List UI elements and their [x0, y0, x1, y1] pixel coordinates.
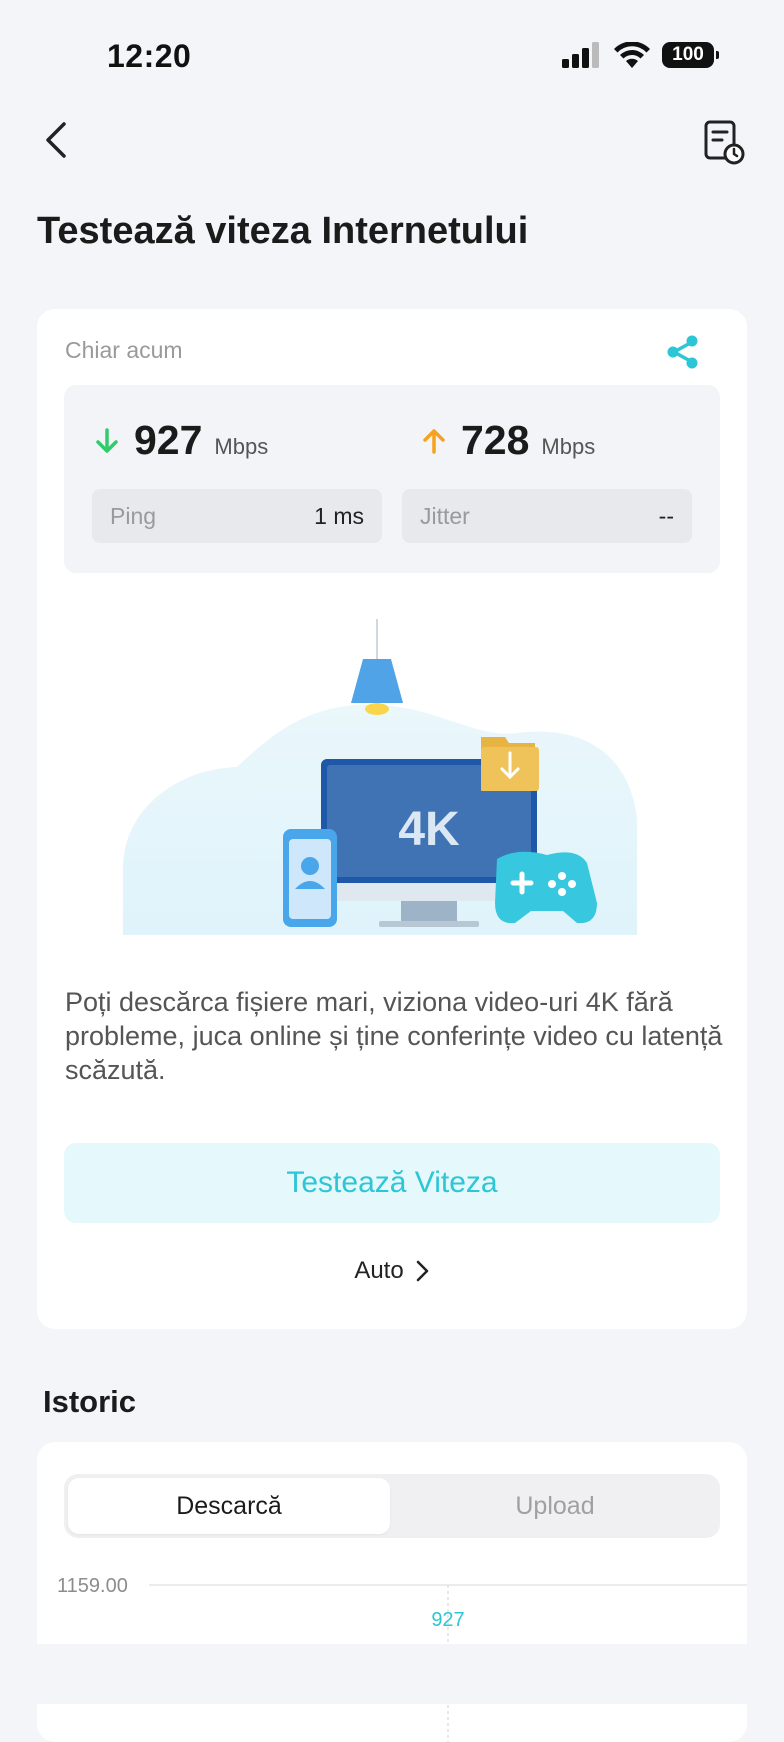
report-clock-icon[interactable] [700, 116, 748, 166]
result-description: Poți descărca fișiere mari, viziona vide… [65, 987, 723, 1085]
history-title: Istoric [43, 1384, 137, 1419]
auto-mode-label: Auto [354, 1257, 404, 1284]
status-time: 12:20 [107, 38, 192, 74]
download-arrow-icon [96, 427, 118, 453]
share-icon[interactable] [665, 334, 701, 370]
bottom-fade [0, 1644, 784, 1704]
battery-indicator: 100 [662, 42, 719, 68]
illustration-4k-text: 4K [398, 803, 460, 856]
ping-value: 1 ms [314, 502, 364, 529]
wifi-icon [614, 42, 650, 68]
y-axis-tick-label: 1159.00 [57, 1575, 128, 1597]
speed-illustration: 4K [123, 619, 637, 935]
chevron-left-icon[interactable] [36, 116, 76, 164]
download-metric: 927 Mbps [94, 417, 268, 464]
status-icons: 100 [562, 42, 719, 68]
chevron-right-icon [416, 1260, 428, 1282]
auto-mode-link[interactable]: Auto [37, 1257, 747, 1285]
upload-value: 728 [461, 417, 530, 463]
test-speed-button[interactable]: Testează Viteza [64, 1143, 720, 1223]
page-title: Testează viteza Internetului [37, 210, 529, 252]
download-value: 927 [134, 417, 203, 463]
status-bar: 12:20 100 [0, 0, 784, 110]
tab-download[interactable]: Descarcă [68, 1478, 390, 1534]
speed-result-card: Chiar acum 927 Mbps 728 Mbps Ping 1 ms J… [37, 309, 747, 1329]
tab-upload[interactable]: Upload [394, 1478, 716, 1534]
ping-pill: Ping 1 ms [92, 489, 382, 543]
upload-unit: Mbps [541, 434, 596, 459]
history-tab-switcher: Descarcă Upload [64, 1474, 720, 1538]
jitter-value: -- [658, 502, 674, 529]
results-panel: 927 Mbps 728 Mbps Ping 1 ms Jitter -- [64, 385, 720, 573]
upload-arrow-icon [423, 428, 445, 454]
ping-label: Ping [110, 502, 157, 529]
cellular-signal-icon [562, 42, 599, 68]
jitter-pill: Jitter -- [402, 489, 692, 543]
upload-metric: 728 Mbps [421, 417, 595, 464]
download-unit: Mbps [214, 434, 269, 459]
data-label: 927 [431, 1609, 464, 1631]
result-time-label: Chiar acum [65, 337, 183, 363]
jitter-label: Jitter [420, 502, 470, 529]
